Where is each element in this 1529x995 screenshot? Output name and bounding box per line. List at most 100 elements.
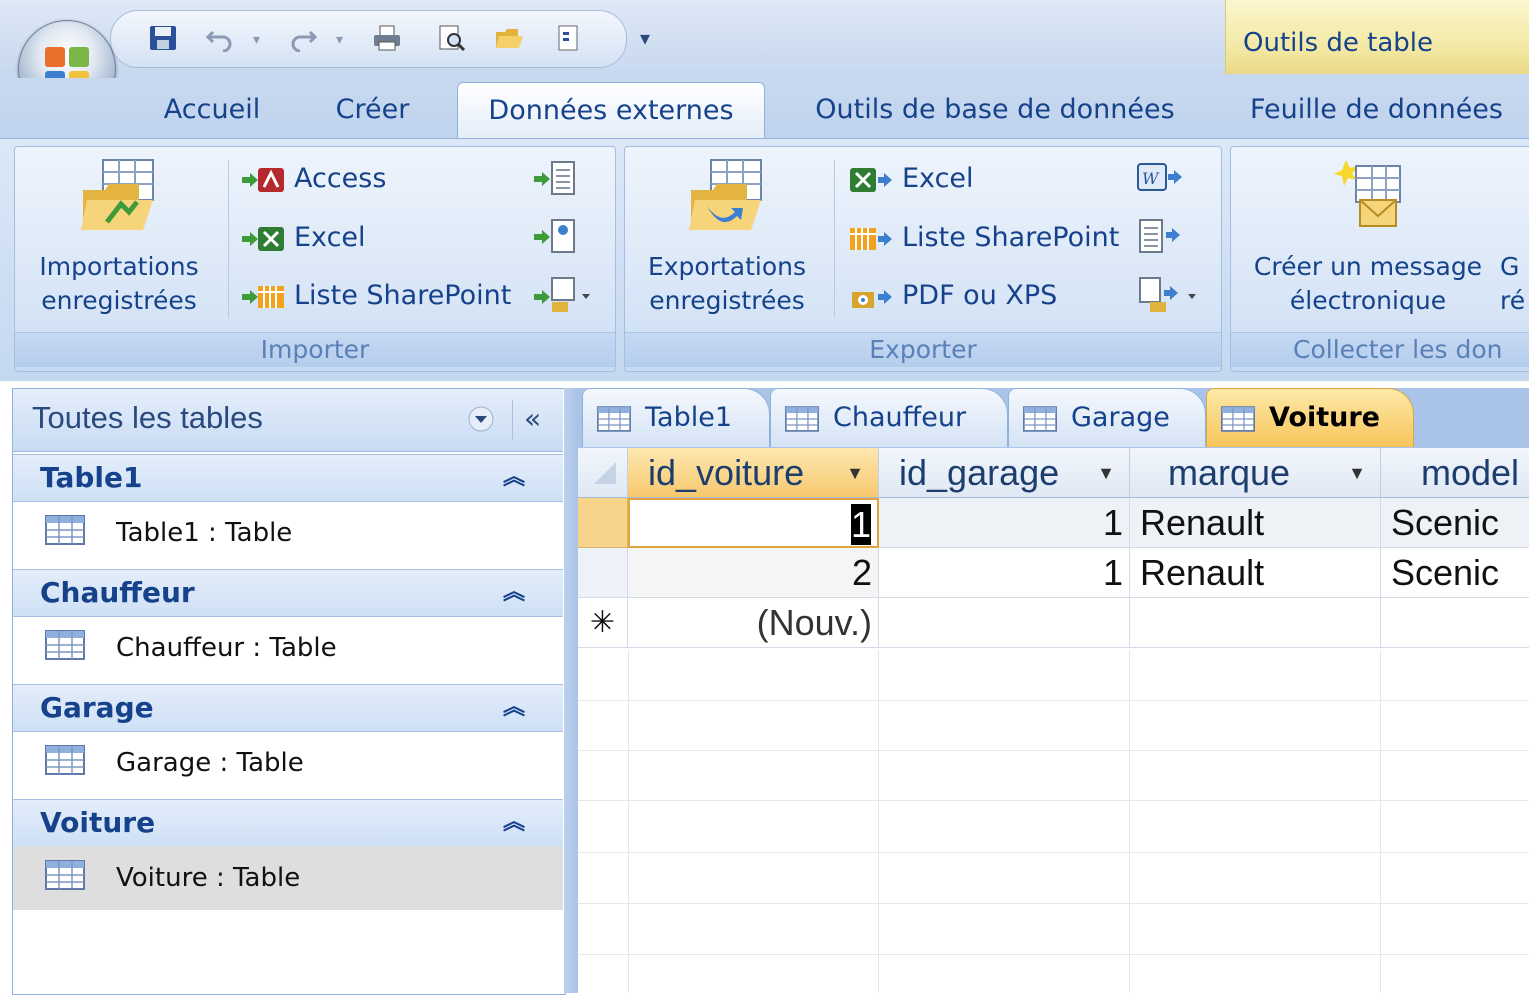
import-text-file-icon[interactable] <box>532 160 580 196</box>
create-email-button[interactable]: Créer un message électronique <box>1240 156 1496 326</box>
column-header-id-garage[interactable]: id_garage ▼ <box>879 448 1130 498</box>
nav-menu-dropdown-icon[interactable] <box>466 404 496 434</box>
export-pdf-xps-label: PDF ou XPS <box>902 280 1058 311</box>
column-dropdown-icon[interactable]: ▼ <box>1097 448 1115 498</box>
export-excel-button[interactable]: Excel <box>848 157 974 201</box>
nav-item-garage[interactable]: Garage : Table <box>13 731 563 795</box>
cell-marque[interactable]: Renault <box>1130 498 1381 548</box>
cell-marque[interactable]: Renault <box>1130 548 1381 598</box>
nav-group-garage[interactable]: Garage ︽ <box>13 684 563 732</box>
doc-tab-table1-label: Table1 <box>645 402 732 433</box>
create-email-label-1: Créer un message <box>1253 252 1483 281</box>
new-record-marker[interactable]: ✳ <box>578 598 628 648</box>
nav-item-voiture[interactable]: Voiture : Table <box>13 846 563 910</box>
column-header-id-voiture-label: id_voiture <box>648 452 805 493</box>
nav-group-table1[interactable]: Table1 ︽ <box>13 454 563 502</box>
cell-model[interactable]: Scenic <box>1381 548 1529 598</box>
sharepoint-list-icon <box>850 227 892 250</box>
export-text-file-icon[interactable] <box>1136 218 1184 254</box>
undo-dropdown-icon[interactable]: ▾ <box>253 32 260 48</box>
import-sharepoint-button[interactable]: Liste SharePoint <box>240 274 511 318</box>
sharepoint-list-icon <box>242 285 284 308</box>
import-access-button[interactable]: Access <box>240 157 386 201</box>
select-all-corner[interactable] <box>578 448 628 498</box>
excel-icon <box>242 226 284 251</box>
doc-tab-voiture[interactable]: Voiture <box>1206 388 1414 447</box>
cell-new-marque[interactable] <box>1130 598 1381 648</box>
import-xml-file-icon[interactable] <box>532 218 580 254</box>
column-header-model[interactable]: model <box>1381 448 1529 498</box>
column-header-marque-label: marque <box>1168 452 1291 493</box>
tab-outils-base-de-donnees[interactable]: Outils de base de données <box>795 82 1195 138</box>
cell-new-id-voiture[interactable]: (Nouv.) <box>628 598 879 648</box>
export-pdf-xps-button[interactable]: PDF ou XPS <box>848 274 1057 318</box>
redo-icon[interactable] <box>288 24 318 52</box>
print-icon[interactable] <box>372 24 402 52</box>
doc-tab-table1[interactable]: Table1 <box>582 388 770 447</box>
group-separator <box>834 160 835 318</box>
grid-line <box>578 903 1529 904</box>
saved-exports-button[interactable]: Exportations enregistrées <box>630 156 824 326</box>
redo-dropdown-icon[interactable]: ▾ <box>336 32 343 48</box>
nav-collapse-icon[interactable]: « <box>524 402 541 435</box>
saved-exports-icon <box>689 159 762 230</box>
nav-item-chauffeur[interactable]: Chauffeur : Table <box>13 616 563 680</box>
saved-imports-button[interactable]: Importations enregistrées <box>22 156 216 326</box>
nav-item-table1[interactable]: Table1 : Table <box>13 501 563 565</box>
tab-creer[interactable]: Créer <box>320 82 425 138</box>
group-separator <box>228 160 229 318</box>
cell-id-voiture[interactable]: 1 <box>628 498 879 548</box>
cell-new-model[interactable] <box>1381 598 1529 648</box>
cell-model[interactable]: Scenic <box>1381 498 1529 548</box>
tab-feuille-de-donnees[interactable]: Feuille de données <box>1250 82 1529 138</box>
customize-arrow-icon[interactable]: ▾ <box>640 26 650 50</box>
table-icon <box>1023 405 1057 432</box>
doc-tab-garage[interactable]: Garage <box>1008 388 1206 447</box>
undo-icon[interactable] <box>205 24 235 52</box>
grid-line <box>1129 650 1130 993</box>
grid-line <box>578 852 1529 853</box>
tab-donnees-externes[interactable]: Données externes <box>457 82 765 139</box>
manage-replies-label-2: ré <box>1500 286 1526 315</box>
nav-item-chauffeur-label: Chauffeur : Table <box>116 633 337 663</box>
group-exporter-label: Exporter <box>625 332 1221 367</box>
pane-splitter[interactable] <box>564 388 578 993</box>
doc-tab-chauffeur[interactable]: Chauffeur <box>770 388 1008 447</box>
export-sharepoint-button[interactable]: Liste SharePoint <box>848 216 1119 260</box>
nav-group-voiture[interactable]: Voiture ︽ <box>13 799 563 847</box>
nav-group-chauffeur[interactable]: Chauffeur ︽ <box>13 569 563 617</box>
cell-id-voiture-value: 1 <box>850 504 871 545</box>
manage-replies-button[interactable]: G ré <box>1500 156 1529 326</box>
create-email-icon <box>1334 160 1401 227</box>
save-icon[interactable] <box>148 24 178 52</box>
nav-group-chauffeur-label: Chauffeur <box>40 576 195 609</box>
grid-line <box>878 650 879 993</box>
nav-item-garage-label: Garage : Table <box>116 748 304 778</box>
row-selector[interactable] <box>578 548 628 598</box>
doc-tab-garage-label: Garage <box>1071 402 1170 433</box>
tab-accueil[interactable]: Accueil <box>152 82 272 138</box>
cell-new-id-garage[interactable] <box>879 598 1130 648</box>
grid-line <box>1380 650 1381 993</box>
quick-access-toolbar <box>110 10 627 68</box>
cell-id-voiture[interactable]: 2 <box>628 548 879 598</box>
row-selector-current[interactable] <box>578 498 628 548</box>
export-more-icon[interactable] <box>1136 276 1202 316</box>
cell-id-garage[interactable]: 1 <box>879 548 1130 598</box>
grid-line <box>578 750 1529 751</box>
print-preview-icon[interactable] <box>437 24 467 52</box>
column-header-id-voiture[interactable]: id_voiture ▼ <box>628 448 879 498</box>
nav-item-voiture-label: Voiture : Table <box>116 863 301 893</box>
import-excel-button[interactable]: Excel <box>240 216 366 260</box>
saved-imports-label-2: enregistrées <box>41 286 197 315</box>
export-word-icon[interactable]: W <box>1136 160 1184 196</box>
import-more-icon[interactable] <box>532 276 594 316</box>
document-icon[interactable] <box>553 24 583 52</box>
manage-replies-label-1: G <box>1500 252 1520 281</box>
table-icon <box>785 405 819 432</box>
open-folder-icon[interactable] <box>494 24 524 52</box>
cell-id-garage[interactable]: 1 <box>879 498 1130 548</box>
column-dropdown-icon[interactable]: ▼ <box>1348 448 1366 498</box>
column-header-marque[interactable]: marque ▼ <box>1130 448 1381 498</box>
column-dropdown-icon[interactable]: ▼ <box>846 448 864 498</box>
